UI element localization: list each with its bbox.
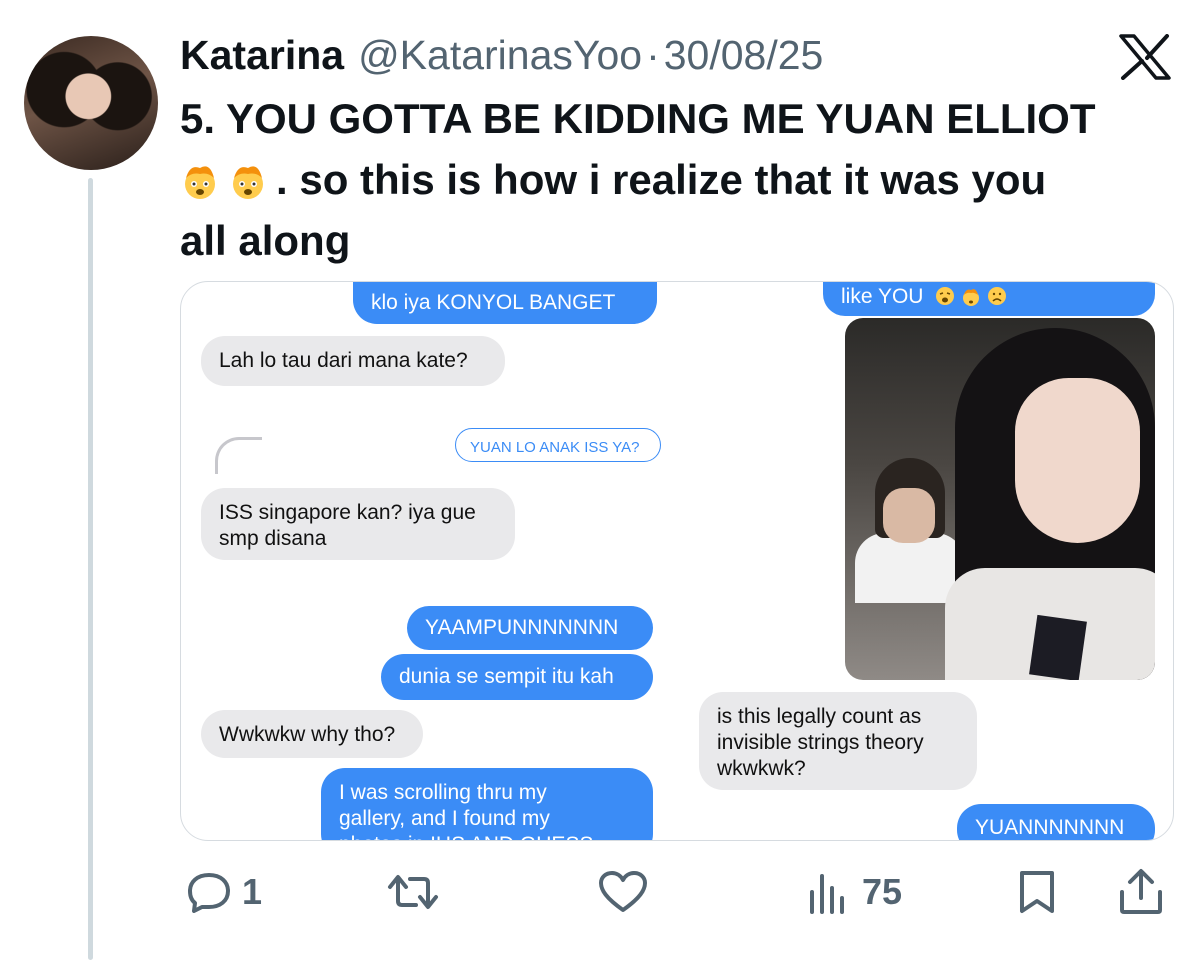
chat-bubble-received: ISS singapore kan? iya gue smp disana	[201, 488, 515, 560]
reply-count: 1	[242, 871, 263, 912]
chat-line: like YOU	[841, 285, 924, 308]
chat-bubble-sent: klo iya KONYOL BANGET	[353, 282, 657, 324]
repost-button[interactable]	[386, 862, 440, 922]
exploding-head-icon	[963, 289, 980, 306]
display-name[interactable]: Katarina	[180, 32, 344, 79]
chat-bubble-sent: dunia se sempit itu kah	[381, 654, 653, 700]
chat-line: ISS singapore kan? iya gue	[219, 501, 476, 524]
chat-line: photos in IHS AND GUESS	[339, 832, 635, 840]
reply-button[interactable]: 1	[186, 862, 262, 922]
tweet-text-line-2-text: . so this is how i realize that it was y…	[276, 156, 1047, 203]
views-button[interactable]: 75	[806, 862, 902, 922]
views-count: 75	[862, 871, 903, 912]
bookmark-button[interactable]	[1016, 862, 1058, 922]
chat-line: gallery, and I found my	[339, 807, 550, 830]
avatar[interactable]	[24, 36, 158, 170]
tweet-date[interactable]: 30/08/25	[664, 32, 824, 79]
chat-reply-quote: YUAN LO ANAK ISS YA?	[455, 428, 661, 462]
exploding-head-icon	[233, 166, 263, 199]
chat-line: wkwkwk?	[717, 757, 806, 780]
share-button[interactable]	[1116, 862, 1166, 922]
thread-line	[88, 178, 93, 960]
tweet-header: Katarina @KatarinasYoo · 30/08/25	[180, 30, 823, 80]
separator: ·	[646, 31, 660, 78]
reply-thread-curve	[215, 437, 262, 474]
tweet-text: 5. YOU GOTTA BE KIDDING ME YUAN ELLIOT .…	[180, 88, 1170, 271]
like-icon	[599, 871, 647, 912]
share-icon	[1120, 869, 1162, 914]
chat-line: I was scrolling thru my	[339, 781, 547, 804]
x-logo-icon[interactable]	[1118, 34, 1172, 80]
chat-line: is this legally count as	[717, 705, 922, 728]
tweet-actions: 1 75	[0, 862, 1200, 922]
exploding-head-icon	[185, 166, 215, 199]
chat-bubble-sent: I was scrolling thru my gallery, and I f…	[321, 768, 653, 840]
chat-line: invisible strings theory	[717, 731, 924, 754]
tweet-text-line-1: 5. YOU GOTTA BE KIDDING ME YUAN ELLIOT	[180, 95, 1096, 142]
tweet-text-line-2: . so this is how i realize that it was y…	[180, 149, 1170, 210]
user-handle[interactable]: @KatarinasYoo	[358, 32, 642, 79]
chat-bubble-received: Lah lo tau dari mana kate?	[201, 336, 505, 386]
chat-bubble-sent: YAAMPUNNNNNNN	[407, 606, 653, 650]
frowning-face-icon	[988, 287, 1007, 305]
reply-icon	[188, 873, 230, 913]
chat-bubble-received: Wwkwkw why tho?	[201, 710, 423, 758]
tweet-text-line-3: all along	[180, 217, 351, 264]
chat-bubble-received: is this legally count as invisible strin…	[699, 692, 977, 790]
bookmark-icon	[1020, 871, 1054, 913]
weary-face-icon	[936, 287, 955, 305]
chat-bubble-sent: like YOU	[823, 282, 1155, 316]
chat-line: smp disana	[219, 527, 327, 550]
chat-photo	[845, 318, 1155, 680]
tweet-media-image[interactable]: klo iya KONYOL BANGET Lah lo tau dari ma…	[180, 281, 1174, 841]
like-button[interactable]	[598, 862, 648, 922]
repost-icon	[388, 875, 438, 909]
chat-bubble-sent: YUANNNNNNN	[957, 804, 1155, 840]
views-icon	[810, 874, 844, 914]
